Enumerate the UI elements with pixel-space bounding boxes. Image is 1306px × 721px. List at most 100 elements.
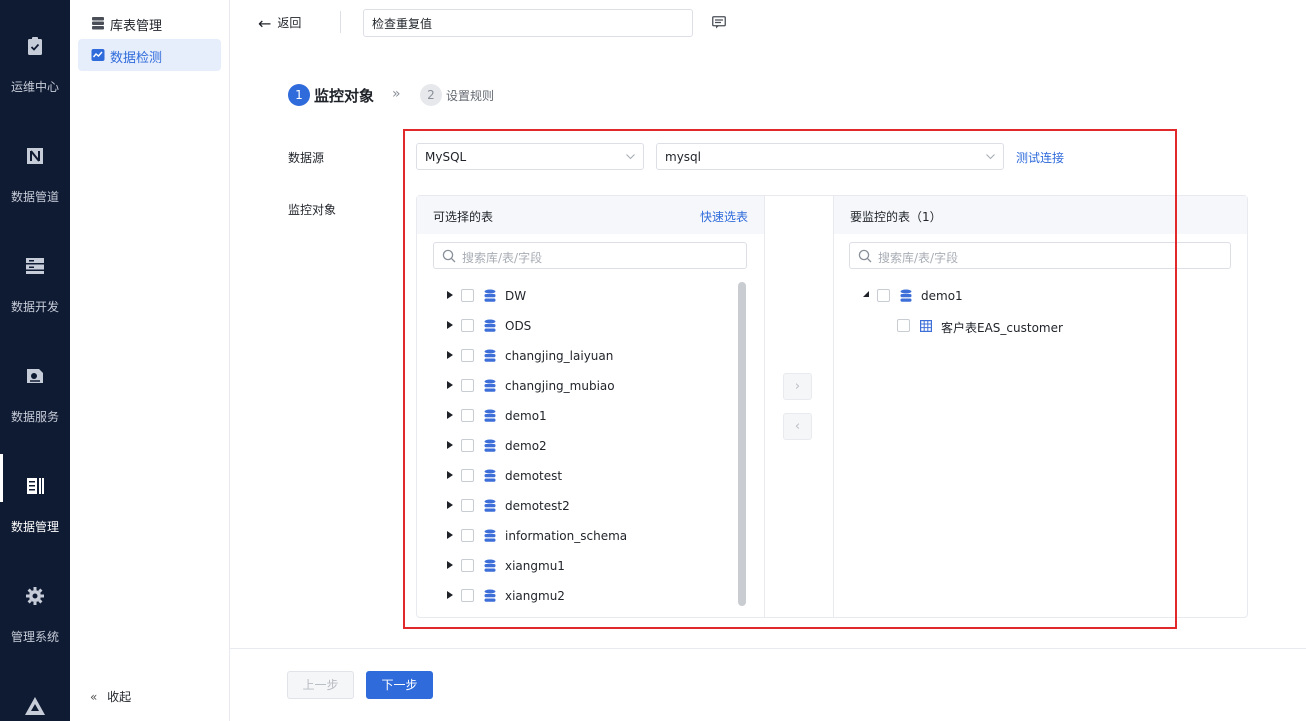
checkbox[interactable] [461,469,474,482]
database-icon [484,559,496,572]
checkbox[interactable] [461,409,474,422]
next-step-button[interactable]: 下一步 [366,671,433,699]
menu-item-data-check[interactable]: 数据检测 [78,39,221,71]
datasource-label: 数据源 [288,151,325,165]
tree-node-name: xiangmu1 [505,559,565,573]
tree-row-table[interactable]: 客户表EAS_customer [883,312,1183,342]
divider [340,11,341,33]
database-icon [484,589,496,602]
tree-row-db[interactable]: xiangmu1 [447,552,727,582]
move-left-button[interactable]: ‹ [783,413,812,440]
quick-select-link[interactable]: 快速选表 [700,208,748,225]
rail-item-ops-center[interactable]: 运维中心 [0,0,70,110]
move-right-button[interactable]: › [783,373,812,400]
rail-item-data-management[interactable]: 数据管理 [0,440,70,550]
database-icon [484,349,496,362]
chevron-down-icon [986,154,995,160]
checkbox[interactable] [461,349,474,362]
caret-expanded-icon[interactable] [863,291,869,299]
database-icon [484,409,496,422]
menu-item-label: 库表管理 [110,19,163,34]
tree-node-name: demo1 [505,409,547,423]
tree-row-db[interactable]: demotest [447,462,727,492]
double-chevron-right-icon: » [392,86,401,102]
task-title-input[interactable] [363,9,693,37]
tree-row-db[interactable]: DW [447,282,727,312]
rail-item-service[interactable]: 数据服务 [0,330,70,440]
tree-row-db[interactable]: changjing_laiyuan [447,342,727,372]
monitor-object-label: 监控对象 [288,203,337,217]
tree-row-db[interactable]: changjing_mubiao [447,372,727,402]
rail-item-label: 数据管理 [10,520,59,534]
tree-row-db[interactable]: demo2 [447,432,727,462]
tree-row-db[interactable]: demotest2 [447,492,727,522]
tree-row-db[interactable]: ODS [447,312,727,342]
chevron-down-icon [626,154,635,160]
checkbox[interactable] [461,559,474,572]
rail-item-label: 数据开发 [10,300,59,314]
checkbox[interactable] [461,289,474,302]
checkbox[interactable] [461,499,474,512]
caret-right-icon[interactable] [447,441,453,449]
database-icon [900,289,912,302]
collapse-button[interactable]: « 收起 [90,688,131,705]
checkbox[interactable] [461,589,474,602]
rail-item-system[interactable]: 管理系统 [0,550,70,660]
rail-item-pipeline[interactable]: 数据管道 [0,110,70,220]
divider [833,196,834,617]
caret-right-icon[interactable] [447,291,453,299]
clipboard-check-icon [28,37,42,55]
caret-right-icon[interactable] [447,321,453,329]
right-search-input[interactable]: 搜索库/表/字段 [849,242,1231,269]
sub-menu: 库表管理 数据检测 « 收起 [70,0,230,721]
double-chevron-left-icon: « [90,690,98,704]
tree-row-db[interactable]: information_schema [447,522,727,552]
select-value: MySQL [425,150,467,164]
search-icon [858,249,872,263]
right-pane-title: 要监控的表（1） [850,210,942,224]
left-search-input[interactable]: 搜索库/表/字段 [433,242,747,269]
caret-right-icon[interactable] [447,501,453,509]
step-label: 监控对象 [314,86,375,105]
back-label: 返回 [277,16,302,30]
caret-right-icon[interactable] [447,381,453,389]
datasource-name-select[interactable]: mysql [656,143,1004,170]
tree-node-name: changjing_mubiao [505,379,615,393]
test-connection-link[interactable]: 测试连接 [1016,149,1064,166]
tree-node-name: xiangmu2 [505,589,565,603]
database-icon [484,499,496,512]
tree-node-name: changjing_laiyuan [505,349,614,363]
tree-row-db[interactable]: xiangmu2 [447,582,727,612]
left-pane-title: 可选择的表 [433,210,494,224]
search-placeholder: 搜索库/表/字段 [462,251,543,265]
search-placeholder: 搜索库/表/字段 [878,251,959,265]
checkbox[interactable] [897,319,910,332]
caret-right-icon[interactable] [447,351,453,359]
menu-item-table-management[interactable]: 库表管理 [78,7,221,39]
note-icon[interactable] [712,16,726,29]
database-icon [484,319,496,332]
prev-step-button[interactable]: 上一步 [287,671,354,699]
rail-item-dev[interactable]: 数据开发 [0,220,70,330]
step-2: 2 设置规则 [420,84,494,106]
left-tree-scrollbar[interactable] [738,282,746,606]
tree-row-db[interactable]: demo1 [863,282,1163,312]
server-stack-icon [26,258,44,274]
caret-right-icon[interactable] [447,531,453,539]
tree-row-db[interactable]: demo1 [447,402,727,432]
search-icon [442,249,456,263]
checkbox[interactable] [461,529,474,542]
back-button[interactable]: ← 返回 [258,14,301,33]
caret-right-icon[interactable] [447,471,453,479]
gear-icon [26,587,44,605]
datasource-type-select[interactable]: MySQL [416,143,644,170]
checkbox[interactable] [877,289,890,302]
rail-item-label: 管理系统 [10,630,59,644]
checkbox[interactable] [461,439,474,452]
caret-right-icon[interactable] [447,561,453,569]
tree-node-name: demo1 [921,289,963,303]
caret-right-icon[interactable] [447,411,453,419]
checkbox[interactable] [461,379,474,392]
checkbox[interactable] [461,319,474,332]
caret-right-icon[interactable] [447,591,453,599]
